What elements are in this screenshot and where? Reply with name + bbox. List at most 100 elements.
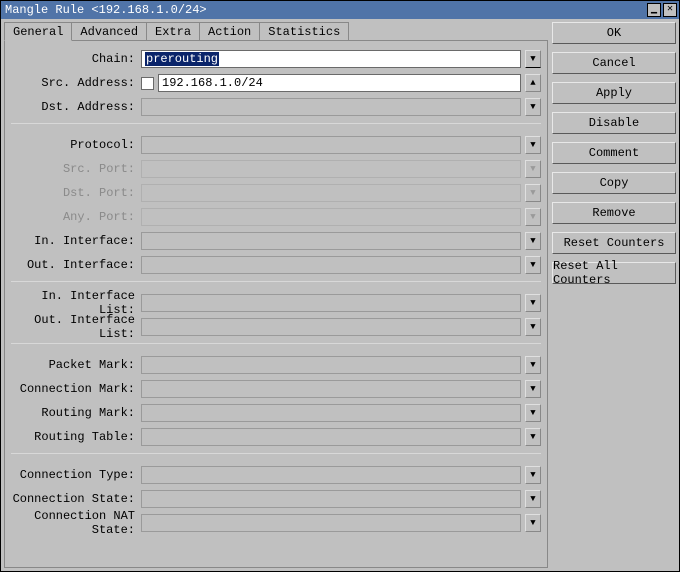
src-address-invert-checkbox[interactable] xyxy=(141,77,154,90)
row-connection-state: Connection State: ▼ xyxy=(11,487,541,511)
label-connection-nat-state: Connection NAT State: xyxy=(11,509,141,537)
disable-button[interactable]: Disable xyxy=(552,112,676,134)
connection-state-field[interactable] xyxy=(141,490,521,508)
window-body: General Advanced Extra Action Statistics… xyxy=(1,19,679,571)
label-src-address: Src. Address: xyxy=(11,76,141,90)
ctrl-dst-port: ▼ xyxy=(141,184,541,202)
row-connection-type: Connection Type: ▼ xyxy=(11,463,541,487)
dropdown-icon: ▼ xyxy=(530,188,535,198)
ctrl-any-port: ▼ xyxy=(141,208,541,226)
dropdown-icon: ▼ xyxy=(530,384,535,394)
out-interface-list-expand-button[interactable]: ▼ xyxy=(525,318,541,336)
tab-advanced[interactable]: Advanced xyxy=(71,22,147,40)
routing-table-expand-button[interactable]: ▼ xyxy=(525,428,541,446)
dst-port-field xyxy=(141,184,521,202)
dropdown-icon: ▼ xyxy=(530,298,535,308)
tab-general[interactable]: General xyxy=(4,22,72,41)
out-interface-expand-button[interactable]: ▼ xyxy=(525,256,541,274)
routing-mark-expand-button[interactable]: ▼ xyxy=(525,404,541,422)
packet-mark-field[interactable] xyxy=(141,356,521,374)
row-src-address: Src. Address: 192.168.1.0/24 ▲ xyxy=(11,71,541,95)
dropdown-icon: ▼ xyxy=(530,322,535,332)
mangle-rule-window: Mangle Rule <192.168.1.0/24> ▁ ✕ General… xyxy=(0,0,680,572)
ctrl-in-interface: ▼ xyxy=(141,232,541,250)
ok-button[interactable]: OK xyxy=(552,22,676,44)
ctrl-packet-mark: ▼ xyxy=(141,356,541,374)
ctrl-src-port: ▼ xyxy=(141,160,541,178)
remove-button[interactable]: Remove xyxy=(552,202,676,224)
connection-state-expand-button[interactable]: ▼ xyxy=(525,490,541,508)
tab-action[interactable]: Action xyxy=(199,22,260,40)
tab-statistics[interactable]: Statistics xyxy=(259,22,349,40)
ctrl-out-interface: ▼ xyxy=(141,256,541,274)
row-dst-port: Dst. Port: ▼ xyxy=(11,181,541,205)
ctrl-protocol: ▼ xyxy=(141,136,541,154)
src-port-field xyxy=(141,160,521,178)
connection-nat-state-field[interactable] xyxy=(141,514,521,532)
in-interface-list-expand-button[interactable]: ▼ xyxy=(525,294,541,312)
row-connection-nat-state: Connection NAT State: ▼ xyxy=(11,511,541,535)
any-port-expand-button: ▼ xyxy=(525,208,541,226)
dst-address-field[interactable] xyxy=(141,98,521,116)
comment-button[interactable]: Comment xyxy=(552,142,676,164)
in-interface-expand-button[interactable]: ▼ xyxy=(525,232,541,250)
label-chain: Chain: xyxy=(11,52,141,66)
ctrl-routing-mark: ▼ xyxy=(141,404,541,422)
tab-extra[interactable]: Extra xyxy=(146,22,200,40)
routing-mark-field[interactable] xyxy=(141,404,521,422)
dropdown-icon: ▼ xyxy=(530,432,535,442)
row-out-interface-list: Out. Interface List: ▼ xyxy=(11,315,541,339)
minimize-icon: ▁ xyxy=(651,5,657,15)
src-port-expand-button: ▼ xyxy=(525,160,541,178)
connection-nat-state-expand-button[interactable]: ▼ xyxy=(525,514,541,532)
reset-counters-button[interactable]: Reset Counters xyxy=(552,232,676,254)
divider xyxy=(11,343,541,353)
titlebar-buttons: ▁ ✕ xyxy=(647,3,677,17)
connection-type-field[interactable] xyxy=(141,466,521,484)
in-interface-field[interactable] xyxy=(141,232,521,250)
row-routing-mark: Routing Mark: ▼ xyxy=(11,401,541,425)
ctrl-connection-mark: ▼ xyxy=(141,380,541,398)
ctrl-chain: prerouting ▼ xyxy=(141,50,541,68)
chain-input[interactable]: prerouting xyxy=(141,50,521,68)
row-dst-address: Dst. Address: ▼ xyxy=(11,95,541,119)
out-interface-field[interactable] xyxy=(141,256,521,274)
ctrl-dst-address: ▼ xyxy=(141,98,541,116)
dropdown-icon: ▼ xyxy=(530,470,535,480)
protocol-field[interactable] xyxy=(141,136,521,154)
src-address-input[interactable]: 192.168.1.0/24 xyxy=(158,74,521,92)
dst-address-expand-button[interactable]: ▼ xyxy=(525,98,541,116)
chain-dropdown-button[interactable]: ▼ xyxy=(525,50,541,68)
in-interface-list-field[interactable] xyxy=(141,294,521,312)
packet-mark-expand-button[interactable]: ▼ xyxy=(525,356,541,374)
apply-button[interactable]: Apply xyxy=(552,82,676,104)
connection-mark-expand-button[interactable]: ▼ xyxy=(525,380,541,398)
row-src-port: Src. Port: ▼ xyxy=(11,157,541,181)
dropdown-icon: ▼ xyxy=(530,494,535,504)
label-src-port: Src. Port: xyxy=(11,162,141,176)
ctrl-routing-table: ▼ xyxy=(141,428,541,446)
reset-all-counters-button[interactable]: Reset All Counters xyxy=(552,262,676,284)
connection-type-expand-button[interactable]: ▼ xyxy=(525,466,541,484)
label-in-interface: In. Interface: xyxy=(11,234,141,248)
minimize-button[interactable]: ▁ xyxy=(647,3,661,17)
ctrl-out-interface-list: ▼ xyxy=(141,318,541,336)
close-button[interactable]: ✕ xyxy=(663,3,677,17)
ctrl-connection-type: ▼ xyxy=(141,466,541,484)
copy-button[interactable]: Copy xyxy=(552,172,676,194)
row-protocol: Protocol: ▼ xyxy=(11,133,541,157)
out-interface-list-field[interactable] xyxy=(141,318,521,336)
dropdown-icon: ▼ xyxy=(530,54,535,64)
routing-table-field[interactable] xyxy=(141,428,521,446)
connection-mark-field[interactable] xyxy=(141,380,521,398)
label-dst-port: Dst. Port: xyxy=(11,186,141,200)
row-routing-table: Routing Table: ▼ xyxy=(11,425,541,449)
any-port-field xyxy=(141,208,521,226)
src-address-collapse-button[interactable]: ▲ xyxy=(525,74,541,92)
dropdown-icon: ▼ xyxy=(530,408,535,418)
cancel-button[interactable]: Cancel xyxy=(552,52,676,74)
titlebar[interactable]: Mangle Rule <192.168.1.0/24> ▁ ✕ xyxy=(1,1,679,19)
row-in-interface-list: In. Interface List: ▼ xyxy=(11,291,541,315)
dropdown-icon: ▼ xyxy=(530,212,535,222)
protocol-expand-button[interactable]: ▼ xyxy=(525,136,541,154)
